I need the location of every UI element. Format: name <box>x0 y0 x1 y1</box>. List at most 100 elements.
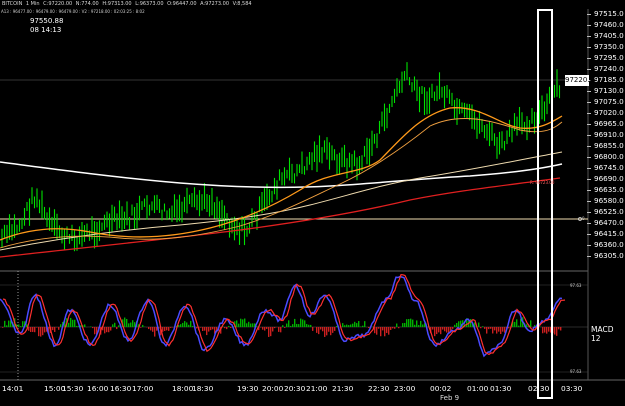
histogram-bar <box>492 327 494 334</box>
price-level-label: 96910.0 <box>587 130 624 139</box>
histogram-bar <box>470 319 472 327</box>
histogram-bar <box>44 327 46 333</box>
macd-upper-label: 97.63 <box>570 283 582 288</box>
price-chart[interactable] <box>0 0 625 406</box>
price-level-label: 97240.0 <box>587 64 624 73</box>
histogram-bar <box>296 323 298 327</box>
histogram-bar <box>438 327 440 333</box>
histogram-bar <box>304 320 306 327</box>
macd-label: MACD 12 <box>591 325 614 343</box>
histogram-bar <box>40 327 42 337</box>
histogram-bar <box>266 327 268 329</box>
histogram-bar <box>200 327 202 328</box>
histogram-bar <box>262 327 264 330</box>
ma-orange-line <box>0 107 563 241</box>
ma-white-line <box>0 161 563 189</box>
histogram-bar <box>54 327 56 332</box>
histogram-bar <box>248 321 250 327</box>
histogram-bar <box>486 327 488 334</box>
histogram-bar <box>498 327 500 332</box>
histogram-bar <box>316 327 318 333</box>
histogram-bar <box>418 325 420 327</box>
histogram-bar <box>8 320 10 327</box>
histogram-bar <box>502 327 504 332</box>
histogram-bar <box>38 327 40 337</box>
highlight-box <box>537 9 553 399</box>
histogram-bar <box>544 327 546 333</box>
histogram-bar <box>150 327 152 331</box>
histogram-bar <box>302 319 304 327</box>
price-level-label: 96580.0 <box>587 196 624 205</box>
histogram-bar <box>58 327 60 330</box>
histogram-bar <box>70 317 72 327</box>
histogram-bar <box>292 324 294 327</box>
histogram-bar <box>382 327 384 331</box>
histogram-bar <box>154 327 156 337</box>
histogram-bar <box>92 327 94 329</box>
histogram-bar <box>182 322 184 327</box>
price-level-label: 96360.0 <box>587 240 624 249</box>
histogram-bar <box>478 322 480 327</box>
histogram-bar <box>556 327 558 336</box>
histogram-bar <box>308 324 310 327</box>
price-level-label: 97350.0 <box>587 42 624 51</box>
ma-red-line <box>0 177 561 258</box>
histogram-bar <box>204 327 206 331</box>
histogram-bar <box>30 327 32 332</box>
histogram-bar <box>412 319 414 327</box>
histogram-bar <box>164 327 166 331</box>
histogram-bar <box>252 323 254 327</box>
histogram-bar <box>350 324 352 327</box>
histogram-bar <box>496 327 498 334</box>
histogram-bar <box>546 327 548 334</box>
histogram-bar <box>4 320 6 327</box>
histogram-bar <box>18 324 20 327</box>
histogram-bar <box>416 320 418 327</box>
price-level-label: 96635.0 <box>587 185 624 194</box>
histogram-bar <box>376 327 378 335</box>
histogram-bar <box>342 323 344 327</box>
macd-lower-label: 97.63 <box>570 369 582 374</box>
histogram-bar <box>406 319 408 327</box>
histogram-bar <box>388 327 390 335</box>
histogram-bar <box>108 327 110 333</box>
histogram-bar <box>332 327 334 333</box>
histogram-bar <box>84 324 86 327</box>
histogram-bar <box>268 327 270 337</box>
zero-level-label: 0 <box>582 216 585 221</box>
histogram-bar <box>322 327 324 332</box>
histogram-bar <box>398 327 400 329</box>
price-level-label: 97075.0 <box>587 97 624 106</box>
histogram-bar <box>346 324 348 327</box>
histogram-bar <box>166 327 168 331</box>
histogram-bar <box>328 327 330 332</box>
histogram-bar <box>386 327 388 333</box>
histogram-bar <box>240 318 242 327</box>
histogram-bar <box>378 327 380 329</box>
histogram-bar <box>274 327 276 329</box>
price-level-label: 97295.0 <box>587 53 624 62</box>
histogram-bar <box>118 325 120 327</box>
histogram-bar <box>454 324 456 327</box>
histogram-bar <box>458 321 460 327</box>
histogram-bar <box>168 327 170 331</box>
histogram-bar <box>384 327 386 337</box>
price-level-label: 97020.0 <box>587 108 624 117</box>
histogram-bar <box>362 325 364 327</box>
price-level-label: 97185.0 <box>587 75 624 84</box>
histogram-bar <box>298 324 300 327</box>
histogram-bar <box>290 325 292 327</box>
histogram-bar <box>6 325 8 327</box>
histogram-bar <box>42 327 44 336</box>
histogram-bar <box>432 327 434 330</box>
histogram-bar <box>404 322 406 327</box>
histogram-bar <box>422 324 424 327</box>
histogram-bar <box>434 327 436 337</box>
histogram-bar <box>236 320 238 327</box>
histogram-bar <box>300 318 302 327</box>
histogram-bar <box>212 327 214 330</box>
histogram-bar <box>272 327 274 332</box>
price-axis[interactable]: 97515.0 97460.0 97405.0 97350.0 97295.0 97240… <box>587 9 625 271</box>
histogram-bar <box>354 321 356 327</box>
histogram-bar <box>68 322 70 327</box>
